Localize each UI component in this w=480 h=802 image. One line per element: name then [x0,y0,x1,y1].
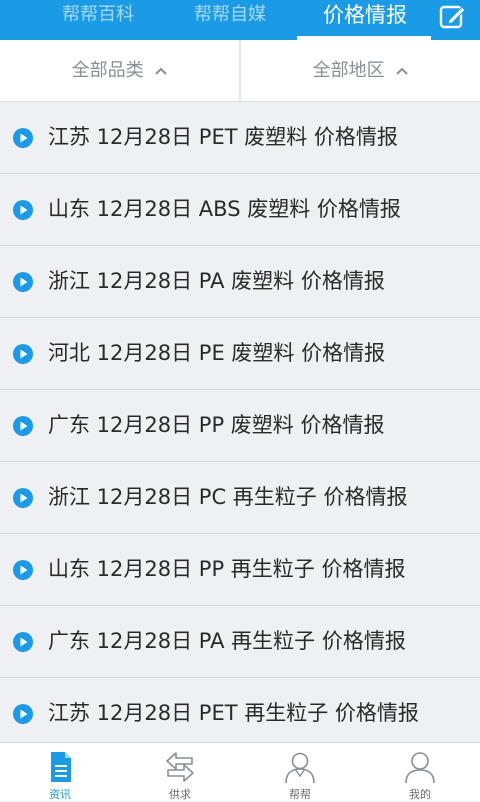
filter-bar: 全部品类 全部地区 [0,40,480,102]
document-icon [51,752,71,782]
list-item-title: 广东 12月28日 PA 再生粒子 价格情报 [48,629,406,653]
region-filter-label: 全部地区 [312,60,385,81]
play-icon [13,704,33,724]
list-item[interactable]: 江苏 12月28日 PET 再生粒子 价格情报 [0,678,480,750]
edit-button[interactable] [436,2,470,32]
price-report-list: 江苏 12月28日 PET 废塑料 价格情报 山东 12月28日 ABS 废塑料… [0,102,480,750]
list-item[interactable]: 山东 12月28日 ABS 废塑料 价格情报 [0,174,480,246]
play-icon [13,272,33,292]
list-item-title: 江苏 12月28日 PET 废塑料 价格情报 [48,125,398,149]
chevron-up-icon [155,67,168,75]
list-item-title: 山东 12月28日 ABS 废塑料 价格情报 [48,197,401,221]
person-icon [405,752,435,784]
nav-mine[interactable]: 我的 [360,743,480,801]
top-tab-bar: 帮帮百科 帮帮自媒 价格情报 [0,0,480,40]
list-item-title: 河北 12月28日 PE 废塑料 价格情报 [48,341,386,365]
list-item[interactable]: 浙江 12月28日 PC 再生粒子 价格情报 [0,462,480,534]
list-item[interactable]: 浙江 12月28日 PA 废塑料 价格情报 [0,246,480,318]
region-filter[interactable]: 全部地区 [241,40,480,101]
nav-supply-demand[interactable]: 供求 [120,743,240,801]
nav-news[interactable]: 资讯 [0,743,120,801]
play-icon [13,560,33,580]
list-item-title: 山东 12月28日 PP 再生粒子 价格情报 [48,557,406,581]
list-item-title: 浙江 12月28日 PC 再生粒子 价格情报 [48,485,408,509]
list-item-title: 广东 12月28日 PP 废塑料 价格情报 [48,413,385,437]
list-item[interactable]: 山东 12月28日 PP 再生粒子 价格情报 [0,534,480,606]
tab-zimei[interactable]: 帮帮自媒 [180,0,280,40]
list-item[interactable]: 江苏 12月28日 PET 废塑料 价格情报 [0,102,480,174]
category-filter[interactable]: 全部品类 [0,40,239,101]
play-icon [13,632,33,652]
play-icon [13,344,33,364]
tab-baike[interactable]: 帮帮百科 [50,0,146,40]
user-icon [285,752,315,784]
play-icon [13,416,33,436]
list-item[interactable]: 河北 12月28日 PE 废塑料 价格情报 [0,318,480,390]
list-item[interactable]: 广东 12月28日 PA 再生粒子 价格情报 [0,606,480,678]
chevron-up-icon [396,67,409,75]
exchange-icon [166,752,194,782]
edit-icon [439,5,466,29]
list-item-title: 浙江 12月28日 PA 废塑料 价格情报 [48,269,385,293]
tab-price-intel[interactable]: 价格情报 [298,0,432,40]
nav-bangbang[interactable]: 帮帮 [240,743,360,801]
play-icon [13,128,33,148]
play-icon [13,200,33,220]
list-item-title: 江苏 12月28日 PET 再生粒子 价格情报 [48,701,419,725]
play-icon [13,488,33,508]
bottom-navigation: 资讯 供求 帮帮 我的 [0,742,480,801]
category-filter-label: 全部品类 [71,60,144,81]
list-item[interactable]: 广东 12月28日 PP 废塑料 价格情报 [0,390,480,462]
